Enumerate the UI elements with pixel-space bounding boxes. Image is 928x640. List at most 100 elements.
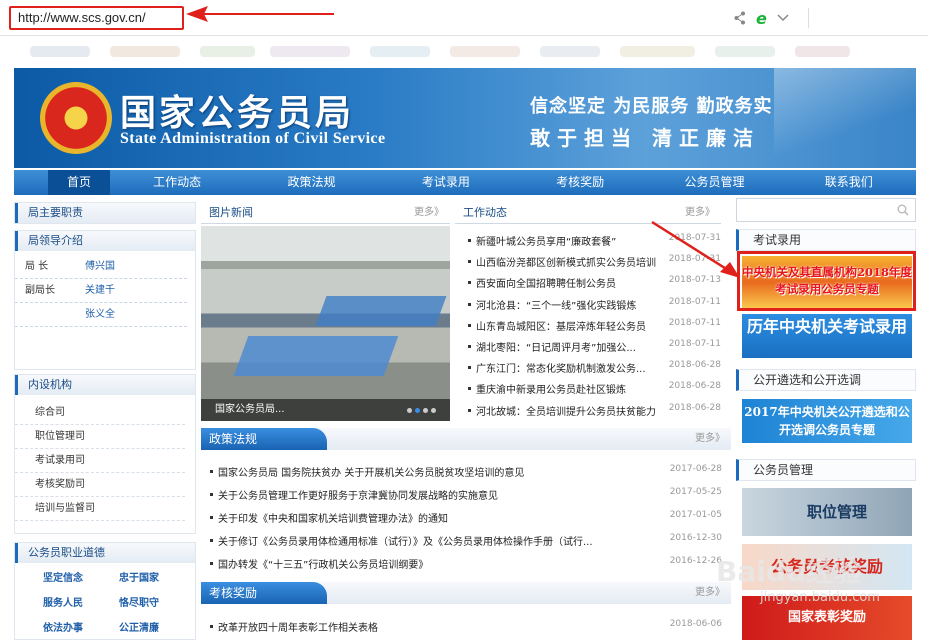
bullet-icon (210, 470, 213, 473)
watermark-logo: Baidu经验 (716, 555, 862, 588)
exam-history-banner[interactable]: 历年中央机关考试录用 (742, 314, 912, 358)
news-row[interactable]: 关于修订《公务员录用体检通用标准（试行）》及《公务员录用体检操作手册（试行...… (210, 533, 722, 549)
browser-toolbar: http://www.scs.gov.cn/ e (0, 0, 928, 36)
depts-heading: 内设机构 (15, 375, 195, 395)
ie-icon[interactable]: e (756, 9, 767, 28)
select-heading: 公开遴选和公开选调 (736, 369, 916, 391)
ethic-item[interactable]: 公正清廉 (119, 619, 195, 634)
leader-role (25, 303, 85, 326)
news-date: 2017-05-25 (669, 487, 722, 497)
ethic-item[interactable]: 坚定信念 (43, 569, 119, 584)
policy-tab[interactable]: 政策法规 (201, 428, 327, 450)
news-date: 2018-06-28 (668, 360, 721, 371)
carousel-dots[interactable] (407, 408, 436, 413)
news-date: 2018-06-28 (668, 381, 721, 392)
news-row[interactable]: 广东江门：常态化奖励机制激发公务... 2018-06-28 (468, 360, 721, 376)
bullet-icon (210, 539, 213, 542)
leaders-heading[interactable]: 局领导介绍 (15, 231, 195, 251)
news-title[interactable]: 关于修订《公务员录用体检通用标准（试行）》及《公务员录用体检操作手册（试行... (218, 533, 593, 548)
bullet-icon (468, 408, 471, 412)
news-row[interactable]: 湖北枣阳：“日记周评月考”加强公... 2018-07-11 (468, 339, 721, 355)
nav-home[interactable]: 首页 (48, 170, 110, 195)
leader-role: 副局长 (25, 285, 55, 296)
duties-box[interactable]: 局主要职责 (14, 202, 196, 224)
leader-name[interactable]: 关建千 (85, 279, 115, 302)
nav-reward[interactable]: 考核奖励 (513, 170, 647, 195)
news-row[interactable]: 山东青岛城阳区：基层淬炼年轻公务员 2018-07-11 (468, 318, 721, 334)
news-title[interactable]: 新疆叶城公务员享用“廉政套餐” (476, 233, 616, 248)
news-date: 2018-06-28 (668, 402, 721, 413)
news-title[interactable]: 国家公务员局 国务院扶贫办 关于开展机关公务员脱贫攻坚培训的意见 (218, 464, 524, 479)
bullet-icon (210, 625, 213, 628)
nav-policy[interactable]: 政策法规 (244, 170, 378, 195)
news-title[interactable]: 改革开放四十周年表彰工作相关表格 (218, 619, 378, 634)
news-title[interactable]: 国办转发《“十三五”行政机关公务员培训纲要》 (218, 556, 428, 571)
ethic-item[interactable]: 恪尽职守 (119, 594, 195, 609)
ethics-heading: 公务员职业道德 (15, 543, 195, 563)
bullet-icon (210, 516, 213, 519)
ethics-box: 公务员职业道德 坚定信念 忠于国家 服务人民 恪尽职守 依法办事 公正清廉 (14, 542, 196, 640)
duties-heading[interactable]: 局主要职责 (15, 203, 195, 223)
main-nav: 首页 工作动态 政策法规 考试录用 考核奖励 公务员管理 联系我们 (14, 170, 916, 195)
dept-link[interactable]: 职位管理司 (15, 425, 185, 449)
news-date: 2018-07-11 (668, 317, 721, 328)
leader-name[interactable]: 傅兴国 (85, 255, 115, 278)
dept-link[interactable]: 综合司 (15, 401, 185, 425)
webpage: 国家公务员局 State Administration of Civil Ser… (0, 66, 928, 640)
photo-news-more[interactable]: 更多》 (414, 202, 444, 224)
policy-more[interactable]: 更多》 (695, 428, 725, 450)
news-title[interactable]: 西安面向全国招聘聘任制公务员 (476, 275, 616, 290)
news-row[interactable]: 关于印发《中央和国家机关培训费管理办法》的通知 2017-01-05 (210, 510, 722, 526)
dept-link[interactable]: 考试录用司 (15, 449, 185, 473)
bullet-icon (468, 366, 471, 370)
news-row[interactable]: 重庆渝中新录用公务员赴社区锻炼 2018-06-28 (468, 381, 721, 397)
news-row[interactable]: 国家公务员局 国务院扶贫办 关于开展机关公务员脱贫攻坚培训的意见 2017-06-… (210, 464, 722, 480)
reward-tab[interactable]: 考核奖励 (201, 582, 327, 604)
news-title[interactable]: 河北故城：全员培训提升公务员扶贫能力 (476, 403, 656, 418)
bullet-icon (210, 562, 213, 565)
photo-news-heading: 图片新闻 更多》 (201, 202, 450, 224)
ethic-item[interactable]: 依法办事 (43, 619, 119, 634)
news-row[interactable]: 河北沧县：“三个一线”强化实践锻炼 2018-07-11 (468, 297, 721, 313)
dept-link[interactable]: 培训与监督司 (15, 497, 185, 521)
photo-news-image[interactable]: 国家公务员局... (201, 226, 450, 421)
news-title[interactable]: 广东江门：常态化奖励机制激发公务... (476, 360, 646, 375)
share-icon[interactable] (734, 11, 746, 25)
search-icon[interactable] (897, 204, 909, 216)
nav-work[interactable]: 工作动态 (110, 170, 244, 195)
news-row[interactable]: 改革开放四十周年表彰工作相关表格 2018-06-06 (210, 619, 722, 635)
bullet-icon (468, 302, 471, 306)
bullet-icon (468, 239, 471, 242)
news-row[interactable]: 关于公务员管理工作更好服务于京津冀协同发展战略的实施意见 2017-05-25 (210, 487, 722, 503)
nav-manage[interactable]: 公务员管理 (647, 170, 781, 195)
news-title[interactable]: 关于公务员管理工作更好服务于京津冀协同发展战略的实施意见 (218, 487, 498, 502)
leader-row: 局 长 傅兴国 (15, 255, 187, 279)
site-name-en: State Administration of Civil Service (120, 130, 386, 147)
nav-exam[interactable]: 考试录用 (379, 170, 513, 195)
news-title[interactable]: 山东青岛城阳区：基层淬炼年轻公务员 (476, 318, 646, 333)
news-title[interactable]: 山西临汾尧都区创新模式抓实公务员培训 (476, 254, 656, 269)
annotation-highlight-box (737, 251, 916, 311)
dept-link[interactable]: 考核奖励司 (15, 473, 185, 497)
search-input[interactable] (736, 198, 916, 222)
chevron-down-icon[interactable] (777, 14, 789, 22)
address-bar[interactable]: http://www.scs.gov.cn/ (9, 6, 184, 30)
reward-tabbar: 考核奖励 更多》 (201, 582, 731, 604)
position-manage-banner[interactable]: 职位管理 (742, 488, 912, 536)
select-2017-banner[interactable]: 2017年中央机关公开遴选和公开选调公务员专题 (742, 399, 912, 443)
news-row[interactable]: 河北故城：全员培训提升公务员扶贫能力 2018-06-28 (468, 403, 721, 419)
news-title[interactable]: 关于印发《中央和国家机关培训费管理办法》的通知 (218, 510, 448, 525)
ethic-item[interactable]: 忠于国家 (119, 569, 195, 584)
news-date: 2018-07-11 (668, 296, 721, 307)
ethic-item[interactable]: 服务人民 (43, 594, 119, 609)
leader-row: 副局长 关建千 (15, 279, 187, 303)
leader-name[interactable]: 张义全 (85, 303, 115, 326)
news-title[interactable]: 湖北枣阳：“日记周评月考”加强公... (476, 339, 636, 354)
news-title[interactable]: 河北沧县：“三个一线”强化实践锻炼 (476, 297, 636, 312)
news-row[interactable]: 国办转发《“十三五”行政机关公务员培训纲要》 2016-12-26 (210, 556, 722, 572)
nav-contact[interactable]: 联系我们 (782, 170, 916, 195)
site-banner: 国家公务员局 State Administration of Civil Ser… (14, 68, 916, 168)
bullet-icon (210, 493, 213, 496)
leader-row: 张义全 (15, 303, 187, 327)
news-title[interactable]: 重庆渝中新录用公务员赴社区锻炼 (476, 381, 626, 396)
